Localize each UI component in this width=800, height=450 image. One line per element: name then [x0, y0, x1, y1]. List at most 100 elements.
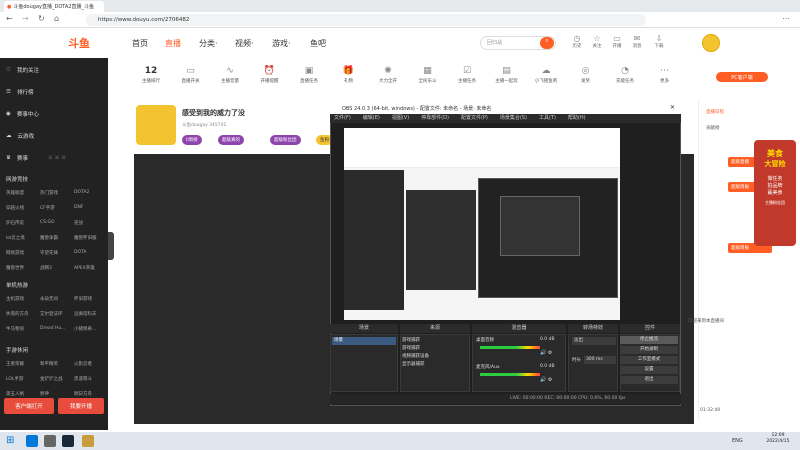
nav-fishbar[interactable]: 鱼吧 [310, 38, 326, 49]
exit-button[interactable]: 退出 [620, 376, 678, 384]
sidebar-item-follow[interactable]: ♡ 我的关注 [6, 66, 39, 74]
sidebar-single-game-item[interactable]: 失落的方舟 [6, 311, 29, 317]
sidebar-hot-game-item[interactable]: CF手游 [40, 205, 55, 211]
sidebar-hot-game-item[interactable]: 穿越火线 [6, 205, 24, 211]
browser-tab[interactable]: ● 斗鱼dougay直播_DOTA2直播_斗鱼 [4, 1, 104, 12]
studio-mode-button[interactable]: 工作室模式 [620, 356, 678, 364]
system-clock[interactable]: 12:09 2022/4/15 [760, 433, 796, 445]
transition-select[interactable]: 淡出 [572, 337, 616, 345]
sidebar-mobile-game-item[interactable]: 金铲铲之战 [40, 376, 63, 382]
obs-menu-item[interactable]: 停靠部件(D) [421, 114, 449, 123]
obs-menu-item[interactable]: 场景集合(S) [500, 114, 527, 123]
fan-club-pill[interactable]: 超级粉丝团 [270, 135, 301, 145]
sidebar-mobile-game-item[interactable]: 原神 [40, 391, 49, 397]
sidebar-hot-game-item[interactable]: 战网3 [40, 265, 52, 271]
sidebar-mobile-game-item[interactable]: 王者荣耀 [6, 361, 24, 367]
nav-games[interactable]: 游戏· [272, 38, 291, 49]
language-indicator[interactable]: ENG [732, 438, 743, 444]
sidebar-single-game-item[interactable]: 永劫无间 [40, 296, 58, 302]
sidebar-mobile-game-item[interactable]: 明日方舟 [74, 391, 92, 397]
sidebar-hot-game-item[interactable]: lol云之境 [6, 235, 25, 241]
nav-home[interactable]: 首页 [132, 38, 148, 49]
sidebar-hot-game-item[interactable]: 逆战 [74, 220, 83, 226]
sidebar-hot-game-item[interactable]: 魔兽争霸 [40, 235, 58, 241]
category-item[interactable]: ✺ 大力全开 [373, 66, 403, 84]
client-open-button[interactable]: 客户端打开 [4, 398, 54, 414]
sidebar-item-rank[interactable]: ☰ 排行榜 [6, 88, 33, 96]
start-record-button[interactable]: 开始录制 [620, 346, 678, 354]
stop-stream-button[interactable]: 停止推流 [620, 336, 678, 344]
sidebar-single-game-item[interactable]: 主机游戏 [6, 296, 24, 302]
sidebar-item-cloud[interactable]: ☁ 云游戏 [6, 132, 34, 140]
super-pill[interactable]: 超级真的 [218, 135, 244, 145]
sidebar-mobile-game-item[interactable]: 和平精英 [40, 361, 58, 367]
nav-category[interactable]: 分类· [199, 38, 218, 49]
refresh-icon[interactable]: ↻ [38, 14, 45, 23]
start-live-button[interactable]: 我要开播 [58, 398, 104, 414]
category-item[interactable]: ▭ 直播开关 [176, 66, 206, 84]
category-item[interactable]: ◎ 发奖 [571, 66, 601, 84]
obs-menu-item[interactable]: 文件(F) [334, 114, 351, 123]
obs-menu-item[interactable]: 配置文件(P) [461, 114, 488, 123]
sidebar-single-game-item[interactable]: 小猪佩奇... [74, 326, 96, 332]
url-input[interactable]: https://www.douyu.com/2706482 [86, 14, 646, 26]
side-ad-banner[interactable]: 美食 大冒险 做任务 拍品牌 赢美食 主播粉丝团 [754, 140, 796, 246]
nav-video[interactable]: 视频· [235, 38, 254, 49]
header-follow[interactable]: ☆ 关注 [588, 34, 606, 49]
category-item[interactable]: ▤ 主播一起玩 [492, 66, 522, 84]
sidebar-single-game-item[interactable]: 远离塔科夫 [74, 311, 97, 317]
sidebar-hot-game-item[interactable]: 英雄联盟 [6, 190, 24, 196]
scene-item[interactable]: 场景 [332, 337, 396, 345]
sidebar-hot-game-item[interactable]: 炉石传说 [6, 220, 24, 226]
sidebar-mobile-game-item[interactable]: LOL手游 [6, 376, 23, 382]
sidebar-single-game-item[interactable]: 牛马物语 [6, 326, 24, 332]
category-item[interactable]: ☑ 主播任务 [452, 66, 482, 84]
category-item[interactable]: 12 主播排行 [136, 66, 166, 84]
contribution-tab[interactable]: 贡献榜 [706, 125, 720, 131]
user-avatar[interactable] [702, 34, 720, 52]
category-item[interactable]: ◔ 充能任务 [610, 66, 640, 84]
sidebar-hot-game-item[interactable]: 热门游戏 [40, 190, 58, 196]
obs-taskbar-icon[interactable] [44, 435, 56, 447]
sidebar-single-game-item[interactable]: 艾尔登法环 [40, 311, 63, 317]
windows-start-icon[interactable]: ⊞ [6, 435, 18, 447]
sidebar-mobile-game-item[interactable]: 黑道萌斗 [74, 376, 92, 382]
sidebar-mobile-game-item[interactable]: 第五人格 [6, 391, 24, 397]
menu-icon[interactable]: ⋯ [782, 14, 790, 23]
sidebar-hot-game-item[interactable]: APEX英雄 [74, 265, 95, 271]
sidebar-hot-game-item[interactable]: DOTA2 [74, 190, 89, 195]
sidebar-item-esports[interactable]: ♛ 赛事 ⚔ ⚔ ⚔ [6, 154, 66, 162]
edge-icon[interactable] [26, 435, 38, 447]
duration-input[interactable]: 300 ms [584, 356, 616, 364]
home-icon[interactable]: ⌂ [54, 14, 59, 23]
category-item[interactable]: ▣ 直播任务 [294, 66, 324, 84]
sidebar-hot-game-item[interactable]: CS:GO [40, 220, 55, 225]
category-item[interactable]: 🎁 礼物 [334, 66, 364, 84]
header-broadcast[interactable]: ▭ 开播 [608, 34, 626, 49]
category-item[interactable]: ⋯ 更多 [650, 66, 680, 84]
header-history[interactable]: ◷ 历史 [568, 34, 586, 49]
game-icon[interactable] [82, 435, 94, 447]
nav-live[interactable]: 直播 [165, 38, 181, 49]
steam-icon[interactable] [62, 435, 74, 447]
obs-close-icon[interactable]: ✕ [670, 104, 675, 111]
header-download[interactable]: ⇩ 下载 [650, 34, 668, 49]
sidebar-single-game-item[interactable]: Dread Hu... [40, 326, 66, 331]
search-button[interactable]: ⌕ [540, 37, 554, 49]
sidebar-hot-game-item[interactable]: 网易游戏 [6, 250, 24, 256]
category-item[interactable]: ☁ 小飞猪鱼吧 [531, 66, 561, 84]
sidebar-hot-game-item[interactable]: DNF [74, 205, 83, 210]
header-message[interactable]: ✉ 消息 [628, 34, 646, 49]
category-item[interactable]: ⏰ 开播提醒 [255, 66, 285, 84]
sidebar-mobile-game-item[interactable]: 火影忍者 [74, 361, 92, 367]
streamer-avatar[interactable] [136, 105, 176, 145]
mic-icon[interactable]: 🔊 ⚙ [540, 377, 552, 383]
sidebar-hot-game-item[interactable]: 魔兽世界 [6, 265, 24, 271]
sidebar-hot-game-item[interactable]: DOTA [74, 250, 87, 255]
sidebar-hot-game-item[interactable]: 守望先锋 [40, 250, 58, 256]
rank-pill[interactable]: II周榜 [182, 135, 202, 145]
obs-menu-item[interactable]: 帮助(H) [568, 114, 586, 123]
pc-client-button[interactable]: PC客户端 [716, 72, 768, 82]
category-item[interactable]: ▦ 全民乐斗 [413, 66, 443, 84]
speaker-icon[interactable]: 🔊 ⚙ [540, 350, 552, 356]
